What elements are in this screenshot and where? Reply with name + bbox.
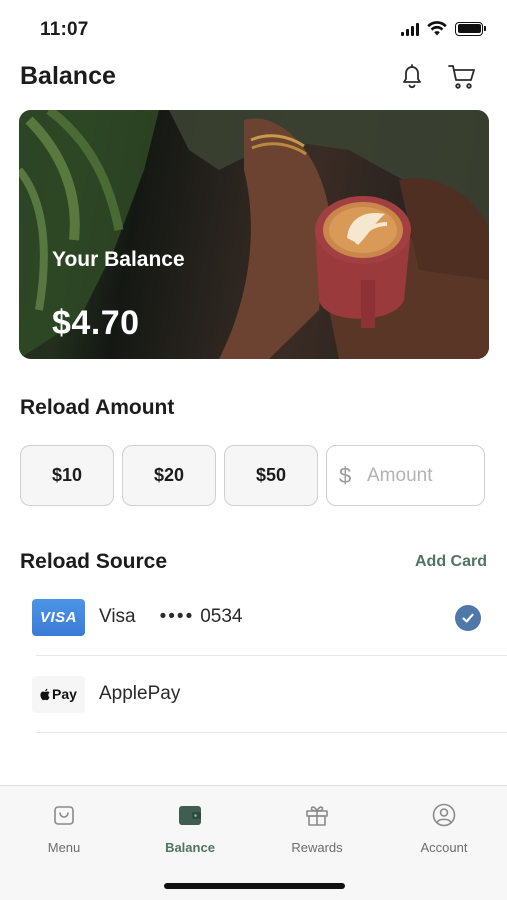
tab-balance[interactable]: Balance (127, 786, 253, 866)
tab-rewards[interactable]: Rewards (254, 786, 380, 866)
tab-account[interactable]: Account (381, 786, 507, 866)
page-title: Balance (20, 62, 116, 90)
reload-amount-title: Reload Amount (20, 396, 175, 419)
amount-20-button[interactable]: $20 (122, 445, 216, 506)
source-applepay-row[interactable]: Pay ApplePay (32, 656, 507, 732)
add-card-link[interactable]: Add Card (415, 553, 487, 571)
amount-50-button[interactable]: $50 (224, 445, 318, 506)
user-icon (432, 803, 456, 827)
amount-placeholder: Amount (367, 464, 433, 486)
check-icon (455, 605, 481, 631)
applepay-logo-text: Pay (52, 686, 77, 702)
signal-icon (401, 22, 419, 36)
tab-label: Account (420, 840, 468, 855)
tab-label: Menu (47, 840, 81, 855)
card-mask: •••• (159, 606, 195, 627)
balance-card: Your Balance $4.70 (19, 110, 489, 359)
status-bar: 11:07 (0, 0, 507, 56)
balance-label: Your Balance (52, 248, 185, 271)
tab-menu[interactable]: Menu (1, 786, 127, 866)
card-last4: 0534 (200, 606, 243, 627)
reload-source-title: Reload Source (20, 550, 168, 573)
source-name: ApplePay (99, 683, 181, 704)
bag-icon (54, 806, 74, 825)
source-visa-row[interactable]: VISA Visa •••• 0534 (32, 579, 507, 655)
applepay-logo: Pay (32, 675, 85, 713)
status-icons (401, 21, 486, 36)
battery-icon (455, 21, 486, 36)
tab-label: Rewards (291, 840, 343, 855)
home-indicator (164, 883, 345, 889)
dollar-sign: $ (339, 462, 352, 488)
balance-amount: $4.70 (52, 304, 140, 342)
source-name: Visa (99, 606, 136, 627)
custom-amount-input[interactable]: $ Amount (326, 445, 485, 506)
wallet-icon (179, 806, 201, 825)
amount-10-button[interactable]: $10 (20, 445, 114, 506)
apple-icon (40, 688, 50, 700)
cart-icon[interactable] (446, 60, 478, 92)
status-time: 11:07 (40, 19, 89, 40)
wifi-icon (427, 21, 447, 36)
gift-icon (306, 806, 328, 826)
visa-logo: VISA (32, 598, 85, 636)
tab-label: Balance (165, 840, 215, 855)
bell-icon[interactable] (396, 60, 428, 92)
divider (36, 732, 507, 733)
